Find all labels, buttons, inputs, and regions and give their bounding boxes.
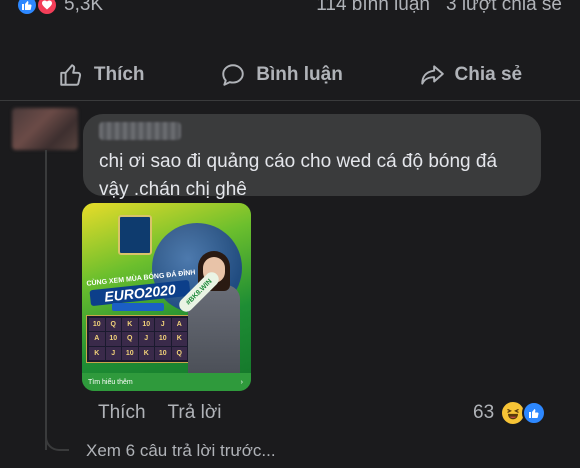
slot-symbol: Q — [122, 332, 138, 346]
comment-reply-button[interactable]: Trả lời — [168, 402, 222, 424]
comment-icon — [222, 64, 244, 86]
love-reaction-icon — [36, 0, 58, 16]
slot-symbol: 10 — [138, 318, 154, 332]
commenter-name-blurred[interactable] — [99, 122, 181, 140]
reaction-count: 5,3K — [64, 0, 104, 15]
slot-symbol: 10 — [89, 318, 105, 332]
slot-symbol: K — [89, 346, 105, 360]
slot-symbol: Q — [105, 318, 121, 332]
comment-like-button[interactable]: Thích — [98, 402, 146, 424]
learn-more-label: Tìm hiểu thêm — [88, 378, 133, 386]
avatar[interactable] — [12, 108, 78, 150]
slot-symbol: 10 — [122, 346, 138, 360]
comment-button[interactable]: Bình luận — [220, 62, 343, 88]
comment-reaction-summary[interactable]: 63 — [473, 400, 547, 426]
comment-count[interactable]: 114 bình luận — [316, 0, 430, 16]
reaction-summary[interactable]: 5,3K — [16, 0, 103, 16]
like-button[interactable]: Thích — [58, 62, 145, 88]
post-action-bar: Thích Bình luận Chia sẻ — [0, 50, 580, 100]
share-button[interactable]: Chia sẻ — [419, 62, 523, 88]
ad-badge — [112, 303, 164, 311]
comment-text-line-2: vậy .chán chị ghê — [99, 179, 247, 200]
chevron-right-icon: › — [240, 378, 243, 386]
comment-bubble: chị ơi sao đi quảng cáo cho wed cá độ bó… — [83, 114, 541, 200]
euro-logo — [118, 215, 152, 255]
share-label: Chia sẻ — [454, 64, 523, 85]
slot-symbol: 10 — [155, 346, 171, 360]
ad-learn-more-bar[interactable]: Tìm hiểu thêm › — [82, 373, 251, 391]
comment-attachment-image[interactable]: CÙNG XEM MÙA BÓNG ĐÁ ĐỈNH EURO2020 10 Q K 1… — [82, 203, 251, 391]
comment-actions: Thích Trả lời — [98, 402, 222, 424]
comment-reaction-count: 63 — [473, 402, 495, 423]
thumbs-up-icon — [60, 64, 81, 86]
slot-machine-grid: 10 Q K 10 J A A 10 Q J 10 K K J 10 K 10 Q — [86, 315, 190, 363]
comment-label: Bình luận — [256, 64, 343, 85]
slot-symbol: J — [105, 346, 121, 360]
view-previous-replies-link[interactable]: Xem 6 câu trả lời trước... — [86, 441, 276, 461]
slot-symbol: A — [89, 332, 105, 346]
slot-symbol: 10 — [105, 332, 121, 346]
share-count[interactable]: 3 lượt chia sẻ — [446, 0, 562, 16]
like-icon — [522, 401, 547, 425]
divider — [0, 100, 580, 101]
slot-symbol: J — [138, 332, 154, 346]
thread-connector — [45, 425, 69, 451]
post-stats-row: 5,3K 114 bình luận 3 lượt chia sẻ — [0, 0, 580, 30]
comment-text-line-1: chị ơi sao đi quảng cáo cho wed cá độ bó… — [99, 151, 498, 172]
slot-symbol: K — [138, 346, 154, 360]
slot-symbol: 10 — [155, 332, 171, 346]
share-icon — [420, 65, 444, 85]
woman-figure — [182, 251, 246, 373]
like-reaction-icon — [16, 0, 38, 16]
slot-symbol: K — [122, 318, 138, 332]
thread-line — [45, 150, 47, 450]
like-label: Thích — [93, 64, 145, 85]
slot-symbol: J — [155, 318, 171, 332]
